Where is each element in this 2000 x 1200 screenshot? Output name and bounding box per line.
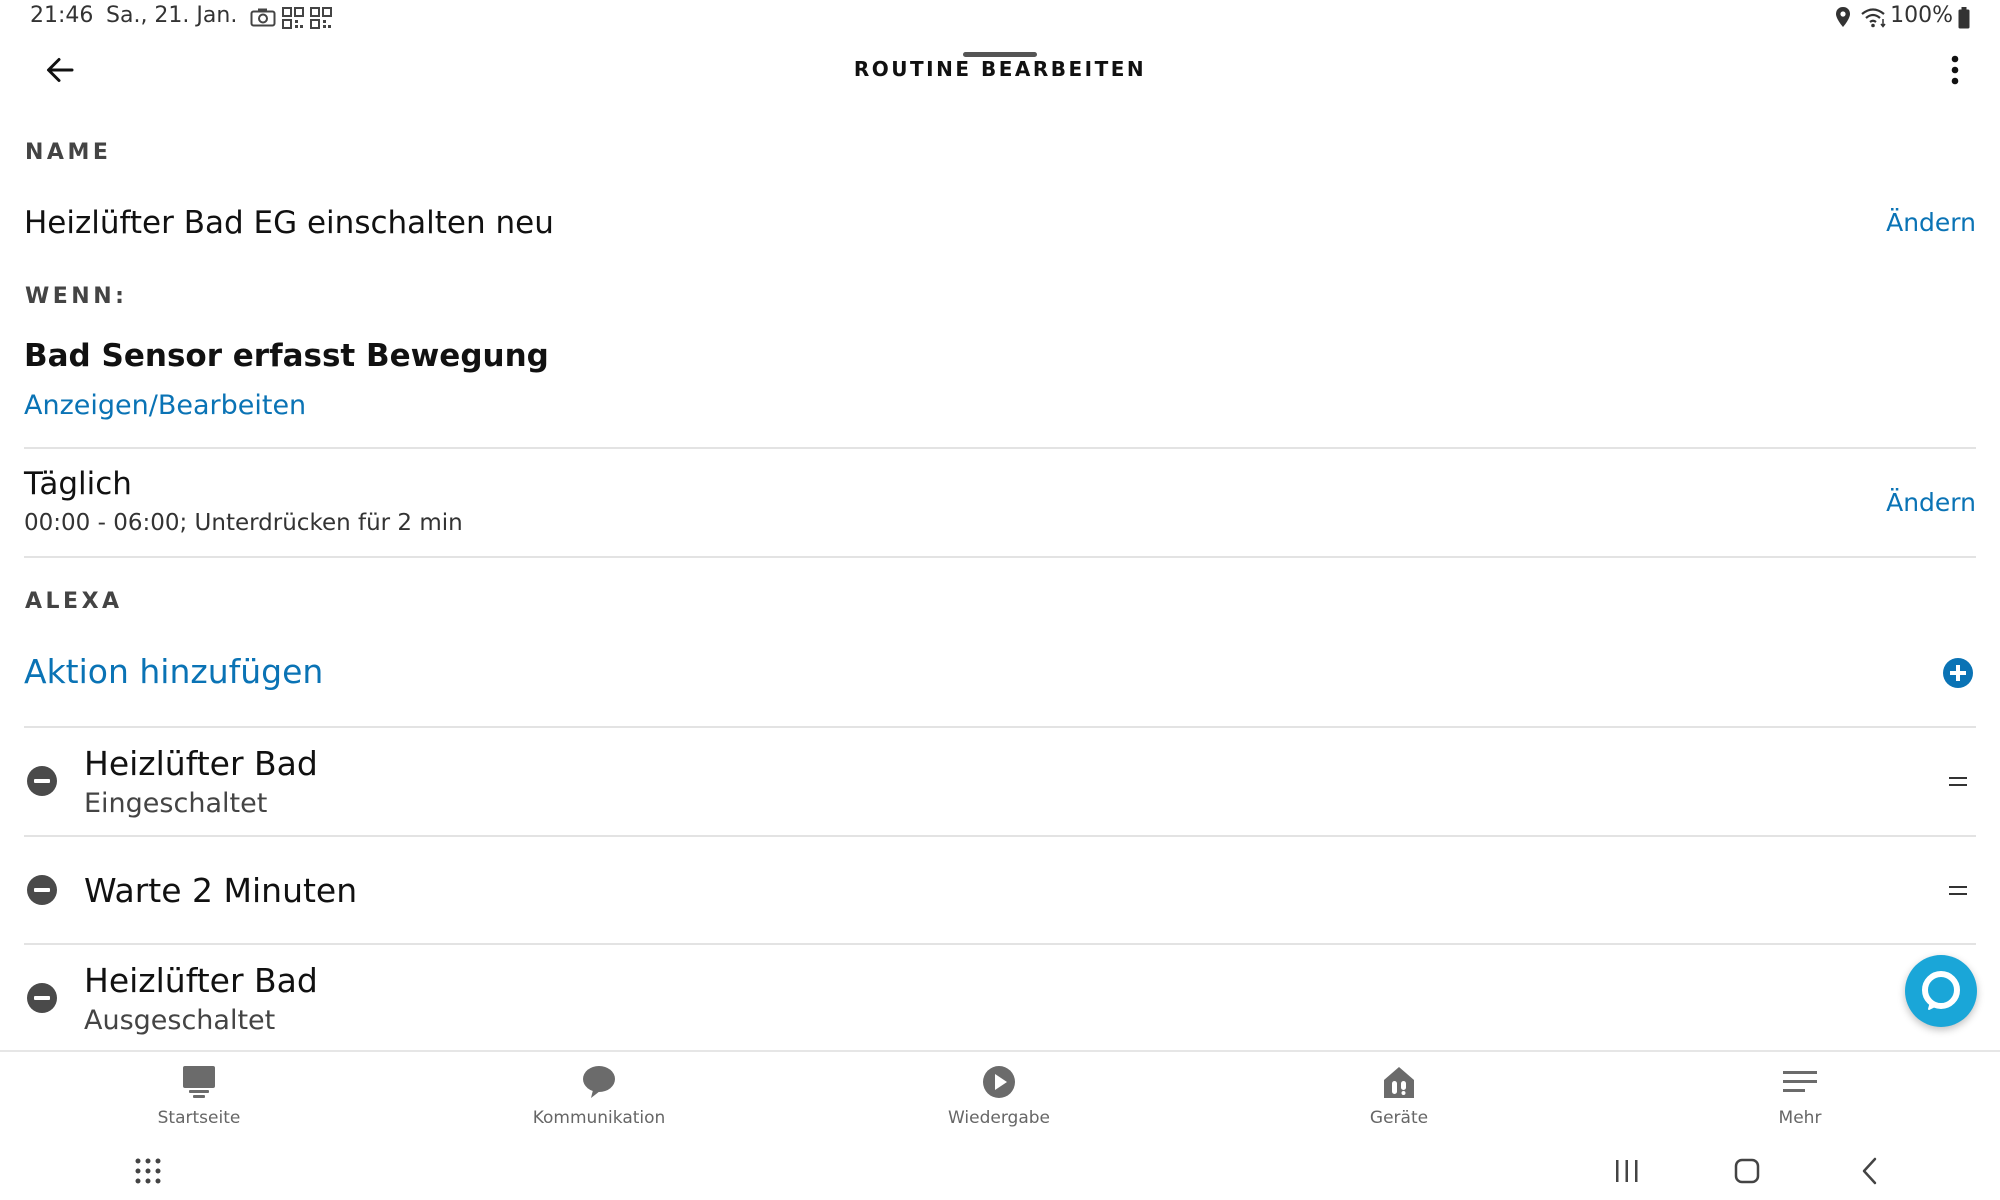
routine-name: Heizlüfter Bad EG einschalten neu	[24, 205, 554, 241]
app-drawer-button[interactable]	[128, 1142, 168, 1200]
action-subtitle: Ausgeschaltet	[84, 1005, 276, 1036]
alexa-voice-button[interactable]	[1905, 955, 1977, 1027]
remove-action-icon[interactable]	[27, 875, 57, 905]
qr-code-icon	[282, 7, 304, 29]
recents-button[interactable]	[1607, 1142, 1647, 1200]
divider	[24, 447, 1976, 449]
status-time: 21:46	[30, 3, 94, 28]
status-date: Sa., 21. Jan.	[106, 3, 238, 28]
nav-item-devices[interactable]: Geräte	[1269, 1052, 1529, 1144]
status-bar: 21:46 Sa., 21. Jan. 100%	[0, 0, 2000, 36]
schedule-detail: 00:00 - 06:00; Unterdrücken für 2 min	[24, 510, 463, 536]
camera-icon	[250, 8, 276, 27]
reorder-handle-icon[interactable]	[1949, 884, 1967, 896]
action-title: Heizlüfter Bad	[84, 744, 318, 783]
action-title: Heizlüfter Bad	[84, 961, 318, 1000]
nav-label: Geräte	[1369, 1108, 1429, 1128]
nav-item-more[interactable]: Mehr	[1670, 1052, 1930, 1144]
nav-label: Wiedergabe	[947, 1108, 1051, 1128]
battery-icon	[1958, 7, 1970, 29]
system-back-button[interactable]	[1850, 1142, 1890, 1200]
nav-item-playback[interactable]: Wiedergabe	[869, 1052, 1129, 1144]
home-square-icon	[1734, 1158, 1760, 1184]
remove-action-icon[interactable]	[27, 766, 57, 796]
reorder-handle-icon[interactable]	[1949, 775, 1967, 787]
qr-code-icon	[310, 7, 332, 29]
status-notification-icons	[250, 7, 332, 29]
system-navigation-bar	[0, 1142, 2000, 1200]
page-title: ROUTINE BEARBEITEN	[853, 57, 1147, 81]
battery-percent: 100%	[1890, 3, 1953, 28]
home-button[interactable]	[1727, 1142, 1767, 1200]
bottom-navigation: Startseite Kommunikation Wiedergabe Gerä…	[0, 1050, 2000, 1144]
more-vertical-icon	[1951, 55, 1959, 85]
divider	[24, 943, 1976, 945]
action-subtitle: Eingeschaltet	[84, 788, 268, 819]
alexa-icon	[1922, 971, 1960, 1010]
name-section-label: NAME	[25, 140, 112, 165]
add-action-plus-icon[interactable]	[1943, 658, 1973, 688]
nav-label: Kommunikation	[532, 1108, 666, 1128]
action-title: Warte 2 Minuten	[84, 871, 358, 910]
nav-label: Mehr	[1778, 1108, 1822, 1128]
divider	[24, 835, 1976, 837]
location-icon	[1836, 7, 1850, 27]
schedule-title: Täglich	[24, 466, 132, 502]
trigger-text: Bad Sensor erfasst Bewegung	[24, 338, 549, 374]
devices-icon	[1381, 1064, 1417, 1100]
nav-label: Startseite	[157, 1108, 241, 1128]
change-name-link[interactable]: Ändern	[1886, 208, 1976, 237]
home-icon	[181, 1064, 217, 1100]
wifi-icon	[1861, 8, 1886, 28]
divider	[24, 726, 1976, 728]
view-edit-trigger-link[interactable]: Anzeigen/Bearbeiten	[24, 390, 306, 421]
alexa-section-label: ALEXA	[25, 589, 123, 614]
menu-icon	[1782, 1064, 1818, 1100]
remove-action-icon[interactable]	[27, 983, 57, 1013]
chat-icon	[581, 1064, 617, 1100]
chevron-left-icon	[1862, 1157, 1877, 1185]
recents-icon	[1616, 1160, 1638, 1182]
more-options-button[interactable]	[1940, 50, 1970, 90]
nav-item-home[interactable]: Startseite	[69, 1052, 329, 1144]
divider	[24, 556, 1976, 558]
add-action-link[interactable]: Aktion hinzufügen	[24, 652, 323, 691]
when-section-label: WENN:	[25, 284, 128, 309]
play-icon	[981, 1064, 1017, 1100]
app-grid-icon	[135, 1158, 161, 1184]
nav-item-communication[interactable]: Kommunikation	[469, 1052, 729, 1144]
change-schedule-link[interactable]: Ändern	[1886, 488, 1976, 517]
